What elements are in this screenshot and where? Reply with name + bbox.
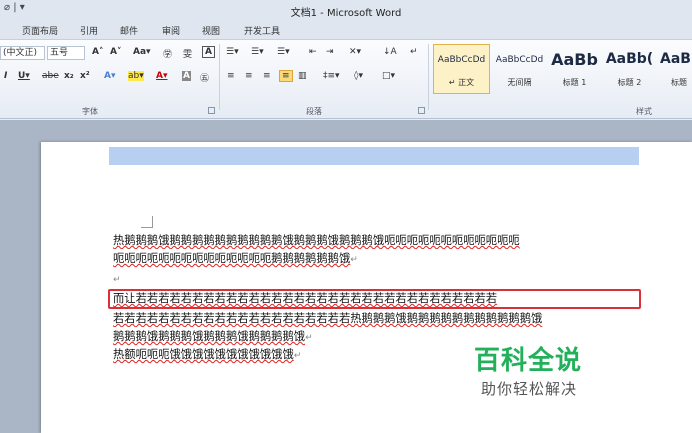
highlight-color-icon[interactable]: ab▾: [128, 71, 144, 81]
style-name: 标题: [671, 78, 687, 87]
style-name: 无间隔: [507, 78, 532, 87]
borders-icon[interactable]: □▾: [382, 71, 395, 81]
italic-button[interactable]: I: [4, 71, 7, 81]
paragraph-mark-icon: ↵: [293, 351, 302, 361]
chinese-layout-icon[interactable]: ✕▾: [349, 47, 361, 57]
style-preview: AaBb(: [605, 51, 654, 67]
distributed-icon[interactable]: ▥: [298, 71, 307, 81]
char-shading-button[interactable]: A: [182, 71, 191, 81]
style-title[interactable]: AaB 标题: [656, 44, 692, 94]
ribbon-tabs: 页面布局 引用 邮件 审阅 视图 开发工具: [0, 21, 692, 39]
style-normal[interactable]: AaBbCcDd ↵ 正文: [433, 44, 490, 94]
paragraph-mark-icon: ↵: [305, 333, 313, 343]
tab-developer[interactable]: 开发工具: [244, 24, 280, 37]
show-marks-icon[interactable]: ↵: [410, 47, 418, 57]
tab-mailings[interactable]: 邮件: [120, 24, 138, 37]
text-effect-icon[interactable]: A▾: [104, 71, 115, 81]
shading-icon[interactable]: ◊▾: [354, 71, 363, 81]
style-heading-2[interactable]: AaBb( 标题 2: [601, 44, 658, 94]
grow-font-button[interactable]: A˄: [92, 47, 103, 57]
multilevel-list-button[interactable]: ☰▾: [277, 47, 290, 57]
watermark-subtitle: 助你轻松解决: [481, 380, 578, 398]
title-bar: ⌀ | ▾ 文档1 - Microsoft Word: [0, 0, 692, 21]
numbering-button[interactable]: ☰▾: [251, 47, 264, 57]
group-separator: [428, 44, 429, 110]
strikethrough-button[interactable]: abe: [42, 71, 59, 81]
paragraph-mark-icon: ↵: [113, 275, 121, 285]
increase-indent-icon[interactable]: ⇥: [326, 47, 334, 57]
paragraph-mark-icon: ↵: [350, 255, 358, 265]
text-selection: [109, 147, 639, 165]
underline-button[interactable]: U▾: [18, 71, 30, 81]
style-heading-1[interactable]: AaBb 标题 1: [546, 44, 603, 94]
change-case-button[interactable]: Aa▾: [133, 47, 151, 57]
superscript-button[interactable]: x²: [80, 71, 90, 81]
margin-crop-mark: [141, 216, 153, 228]
font-color-icon[interactable]: A▾: [156, 71, 167, 81]
style-no-spacing[interactable]: AaBbCcDd 无间隔: [491, 44, 548, 94]
tab-review[interactable]: 审阅: [162, 24, 180, 37]
doc-line-2[interactable]: 呃呃呃呃呃呃呃呃呃呃呃呃呃呃鹅鹅鹅鹅鹅鹅饿↵: [113, 250, 633, 269]
font-size-select[interactable]: 五号: [47, 46, 85, 60]
group-label-styles: 样式: [636, 107, 652, 116]
ribbon: (中文正) 五号 A˄ A˅ Aa▾ ㊫ 雯 A I U▾ abe x₂ x² …: [0, 39, 692, 119]
align-left-icon[interactable]: ≡: [227, 71, 235, 81]
subscript-button[interactable]: x₂: [64, 71, 74, 81]
style-name: ↵ 正文: [448, 78, 475, 87]
tab-page-layout[interactable]: 页面布局: [22, 24, 58, 37]
sort-icon[interactable]: ↓A: [383, 47, 397, 57]
style-preview: AaBbCcDd: [495, 55, 544, 65]
style-preview: AaBb: [551, 50, 598, 69]
clear-format-icon[interactable]: ㊫: [163, 47, 172, 60]
style-preview: AaBbCcDd: [437, 55, 486, 65]
bullets-button[interactable]: ☰▾: [226, 47, 239, 57]
line-spacing-icon[interactable]: ‡≡▾: [323, 71, 340, 81]
justify-icon[interactable]: ≡: [279, 70, 293, 82]
font-dialog-launcher[interactable]: [208, 107, 215, 114]
highlight-annotation-box: [108, 289, 641, 309]
style-preview: AaB: [660, 51, 691, 67]
watermark-logo: 百科全说: [474, 346, 583, 376]
doc-line-5[interactable]: 若若若若若若若若若若若若若若若若若若若若若热鹅鹅鹅饿鹅鹅鹅鹅鹅鹅鹅鹅鹅鹅鹅饿: [113, 310, 633, 327]
decrease-indent-icon[interactable]: ⇤: [309, 47, 317, 57]
char-border-button[interactable]: A: [202, 46, 215, 58]
group-separator: [219, 44, 220, 110]
doc-line-3[interactable]: ↵: [113, 270, 633, 289]
group-label-paragraph: 段落: [306, 107, 322, 116]
style-name: 标题 1: [562, 78, 587, 87]
style-name: 标题 2: [617, 78, 642, 87]
font-name-select[interactable]: (中文正): [0, 46, 45, 60]
tab-references[interactable]: 引用: [80, 24, 98, 37]
shrink-font-button[interactable]: A˅: [110, 47, 121, 57]
group-label-font: 字体: [82, 107, 98, 116]
align-right-icon[interactable]: ≡: [263, 71, 271, 81]
paragraph-dialog-launcher[interactable]: [418, 107, 425, 114]
phonetic-guide-icon[interactable]: 雯: [183, 47, 192, 60]
doc-line-1[interactable]: 热鹅鹅鹅饿鹅鹅鹅鹅鹅鹅鹅鹅鹅鹅饿鹅鹅鹅饿鹅鹅鹅饿呃呃呃呃呃呃呃呃呃呃呃呃: [113, 232, 633, 249]
window-title: 文档1 - Microsoft Word: [290, 8, 402, 19]
tab-view[interactable]: 视图: [202, 24, 220, 37]
enclose-char-icon[interactable]: ㊄: [200, 71, 209, 84]
align-center-icon[interactable]: ≡: [245, 71, 253, 81]
